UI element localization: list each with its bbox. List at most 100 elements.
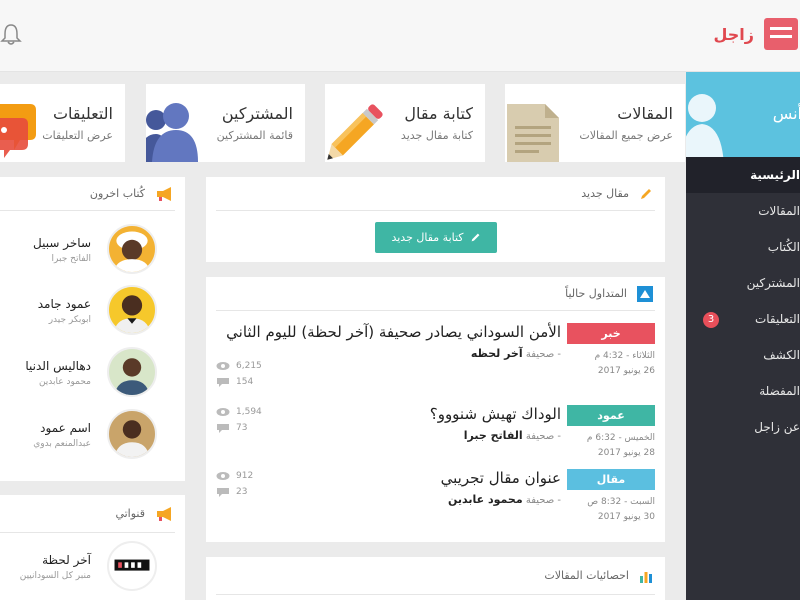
- views-stat: 912: [216, 471, 253, 481]
- writer-avatar: [107, 347, 157, 397]
- article-source: - صحيفة الفاتح جبرا: [464, 429, 561, 442]
- article-date-text: 26 يونيو 2017: [597, 366, 655, 376]
- comment-icon: [217, 424, 229, 433]
- trending-item[interactable]: خبر الثلاثاء - 4:32 م 26 يونيو 2017 الأم…: [206, 323, 666, 387]
- comments-stat: 23: [216, 487, 247, 497]
- sidebar-item-label: عن زاجل: [754, 420, 800, 434]
- document-icon: [507, 104, 559, 162]
- source-name[interactable]: محمود عابدين: [448, 493, 523, 506]
- views-count: 1,594: [236, 407, 262, 417]
- panel-title: قنواتي: [115, 507, 145, 520]
- source-name[interactable]: آخر لحظه: [471, 347, 523, 360]
- writer-item[interactable]: عمود جامد ابوبكر جيدر: [0, 285, 185, 347]
- card-subscribers[interactable]: المشتركين قائمة المشتركين: [146, 84, 305, 162]
- article-date: الثلاثاء - 4:32 م 26 يونيو 2017: [567, 349, 655, 379]
- card-subtitle: عرض التعليقات: [42, 129, 113, 142]
- newspaper-logo-icon: [114, 559, 150, 571]
- article-day-time: السبت - 8:32 ص: [587, 497, 655, 507]
- person-photo-icon: [114, 358, 150, 395]
- writer-item[interactable]: اسم عمود عبدالمنعم بدوي: [0, 409, 185, 471]
- writer-name: اسم عمود: [40, 421, 91, 435]
- writer-avatar: [107, 409, 157, 459]
- card-title: المشتركين: [221, 104, 293, 123]
- writer-name: عمود جامد: [37, 297, 91, 311]
- sidebar-item-favorites[interactable]: المفضلة: [686, 373, 800, 409]
- my-channels-panel: قنواتي آخر لحظة منبر كل السودانيين: [0, 495, 185, 600]
- sidebar-item-label: المفضلة: [759, 384, 800, 398]
- source-prefix: - صحيفة: [525, 349, 561, 360]
- sidebar-item-comments[interactable]: التعليقات 3: [686, 301, 800, 337]
- sidebar-item-subscribers[interactable]: المشتركين: [686, 265, 800, 301]
- writer-item[interactable]: ساخر سبيل الفاتح جبرا: [0, 224, 185, 286]
- writer-author: عبدالمنعم بدوي: [33, 439, 91, 449]
- article-source: - صحيفة آخر لحظه: [471, 347, 561, 360]
- sidebar-item-label: المقالات: [758, 204, 800, 218]
- comment-bubbles-icon: [0, 104, 36, 158]
- article-day-time: الخميس - 6:32 م: [586, 433, 655, 443]
- person-photo-icon: [114, 420, 150, 457]
- writer-item[interactable]: دهاليس الدنيا محمود عابدين: [0, 347, 185, 409]
- channel-name: آخر لحظة: [42, 553, 91, 567]
- article-date-text: 30 يونيو 2017: [597, 512, 655, 522]
- eye-icon: [216, 408, 230, 416]
- sidebar-item-writers[interactable]: الكُتاب: [686, 229, 800, 265]
- sidebar-user-name: أنس: [772, 104, 800, 123]
- button-label: كتابة مقال جديد: [391, 231, 464, 244]
- panel-title: كُتاب اخرون: [89, 187, 145, 200]
- users-icon: [146, 103, 198, 162]
- writer-avatar: [107, 285, 157, 335]
- trending-item[interactable]: مقال السبت - 8:32 ص 30 يونيو 2017 عنوان …: [206, 469, 666, 529]
- newspaper-logo-icon: [764, 18, 798, 50]
- channel-item[interactable]: آخر لحظة منبر كل السودانيين: [0, 541, 185, 600]
- sidebar-user-header[interactable]: أنس: [686, 72, 800, 157]
- sidebar-item-articles[interactable]: المقالات: [686, 193, 800, 229]
- sidebar: أنس الرئيسية المقالات الكُتاب المشتركين …: [686, 72, 800, 600]
- panel-header: احصائيات المقالات: [216, 557, 655, 595]
- pencil-icon: [327, 104, 383, 160]
- bar-chart-icon: [640, 571, 652, 583]
- comments-stat: 154: [216, 377, 253, 387]
- eye-icon: [216, 362, 230, 370]
- source-name[interactable]: الفاتح جبرا: [464, 429, 523, 442]
- panel-header: كُتاب اخرون: [0, 177, 175, 211]
- other-writers-panel: كُتاب اخرون ساخر سبيل الفاتح جبرا عمود ج…: [0, 177, 185, 481]
- card-subtitle: قائمة المشتركين: [216, 129, 293, 142]
- trending-item[interactable]: عمود الخميس - 6:32 م 28 يونيو 2017 الودا…: [206, 405, 666, 465]
- card-subtitle: كتابة مقال جديد: [400, 129, 473, 142]
- sidebar-item-discover[interactable]: الكشف: [686, 337, 800, 373]
- comment-icon: [217, 378, 229, 387]
- bell-icon[interactable]: [0, 22, 22, 46]
- views-count: 6,215: [236, 361, 262, 371]
- sidebar-item-label: التعليقات: [754, 312, 800, 326]
- views-stat: 1,594: [216, 407, 262, 417]
- write-new-article-button[interactable]: كتابة مقال جديد: [375, 222, 497, 253]
- panel-header: قنواتي: [0, 495, 175, 533]
- sidebar-item-label: الكُتاب: [767, 240, 800, 254]
- sidebar-item-about[interactable]: عن زاجل: [686, 409, 800, 445]
- comments-count-badge: 3: [703, 312, 719, 328]
- sidebar-item-label: الكشف: [763, 348, 800, 362]
- writer-name: ساخر سبيل: [33, 236, 91, 250]
- card-comments[interactable]: التعليقات عرض التعليقات: [0, 84, 125, 162]
- panel-title: المتداول حالياً: [565, 287, 627, 300]
- card-write-article[interactable]: كتابة مقال كتابة مقال جديد: [325, 84, 485, 162]
- megaphone-icon: [157, 186, 171, 201]
- brand[interactable]: زاجل: [713, 16, 798, 52]
- comment-icon: [217, 488, 229, 497]
- trending-panel: المتداول حالياً خبر الثلاثاء - 4:32 م 26…: [206, 277, 665, 542]
- article-stats-panel: احصائيات المقالات: [206, 557, 665, 600]
- person-photo-icon: [113, 295, 151, 333]
- writer-author: محمود عابدين: [38, 377, 91, 387]
- writer-name: دهاليس الدنيا: [25, 359, 91, 373]
- person-photo-icon: [113, 231, 151, 272]
- sidebar-item-home[interactable]: الرئيسية: [686, 157, 800, 193]
- article-title[interactable]: الأمن السوداني يصادر صحيفة (آخر لحظة) لل…: [226, 323, 561, 341]
- article-title[interactable]: الوداك تهيش شنووو؟: [430, 405, 561, 423]
- views-stat: 6,215: [216, 361, 262, 371]
- article-day-time: الثلاثاء - 4:32 م: [594, 351, 655, 361]
- channel-logo: [107, 541, 157, 591]
- article-title[interactable]: عنوان مقال تجريبي: [441, 469, 561, 487]
- comments-count: 154: [236, 377, 254, 387]
- card-articles[interactable]: المقالات عرض جميع المقالات: [505, 84, 685, 162]
- top-bar: زاجل: [0, 0, 800, 72]
